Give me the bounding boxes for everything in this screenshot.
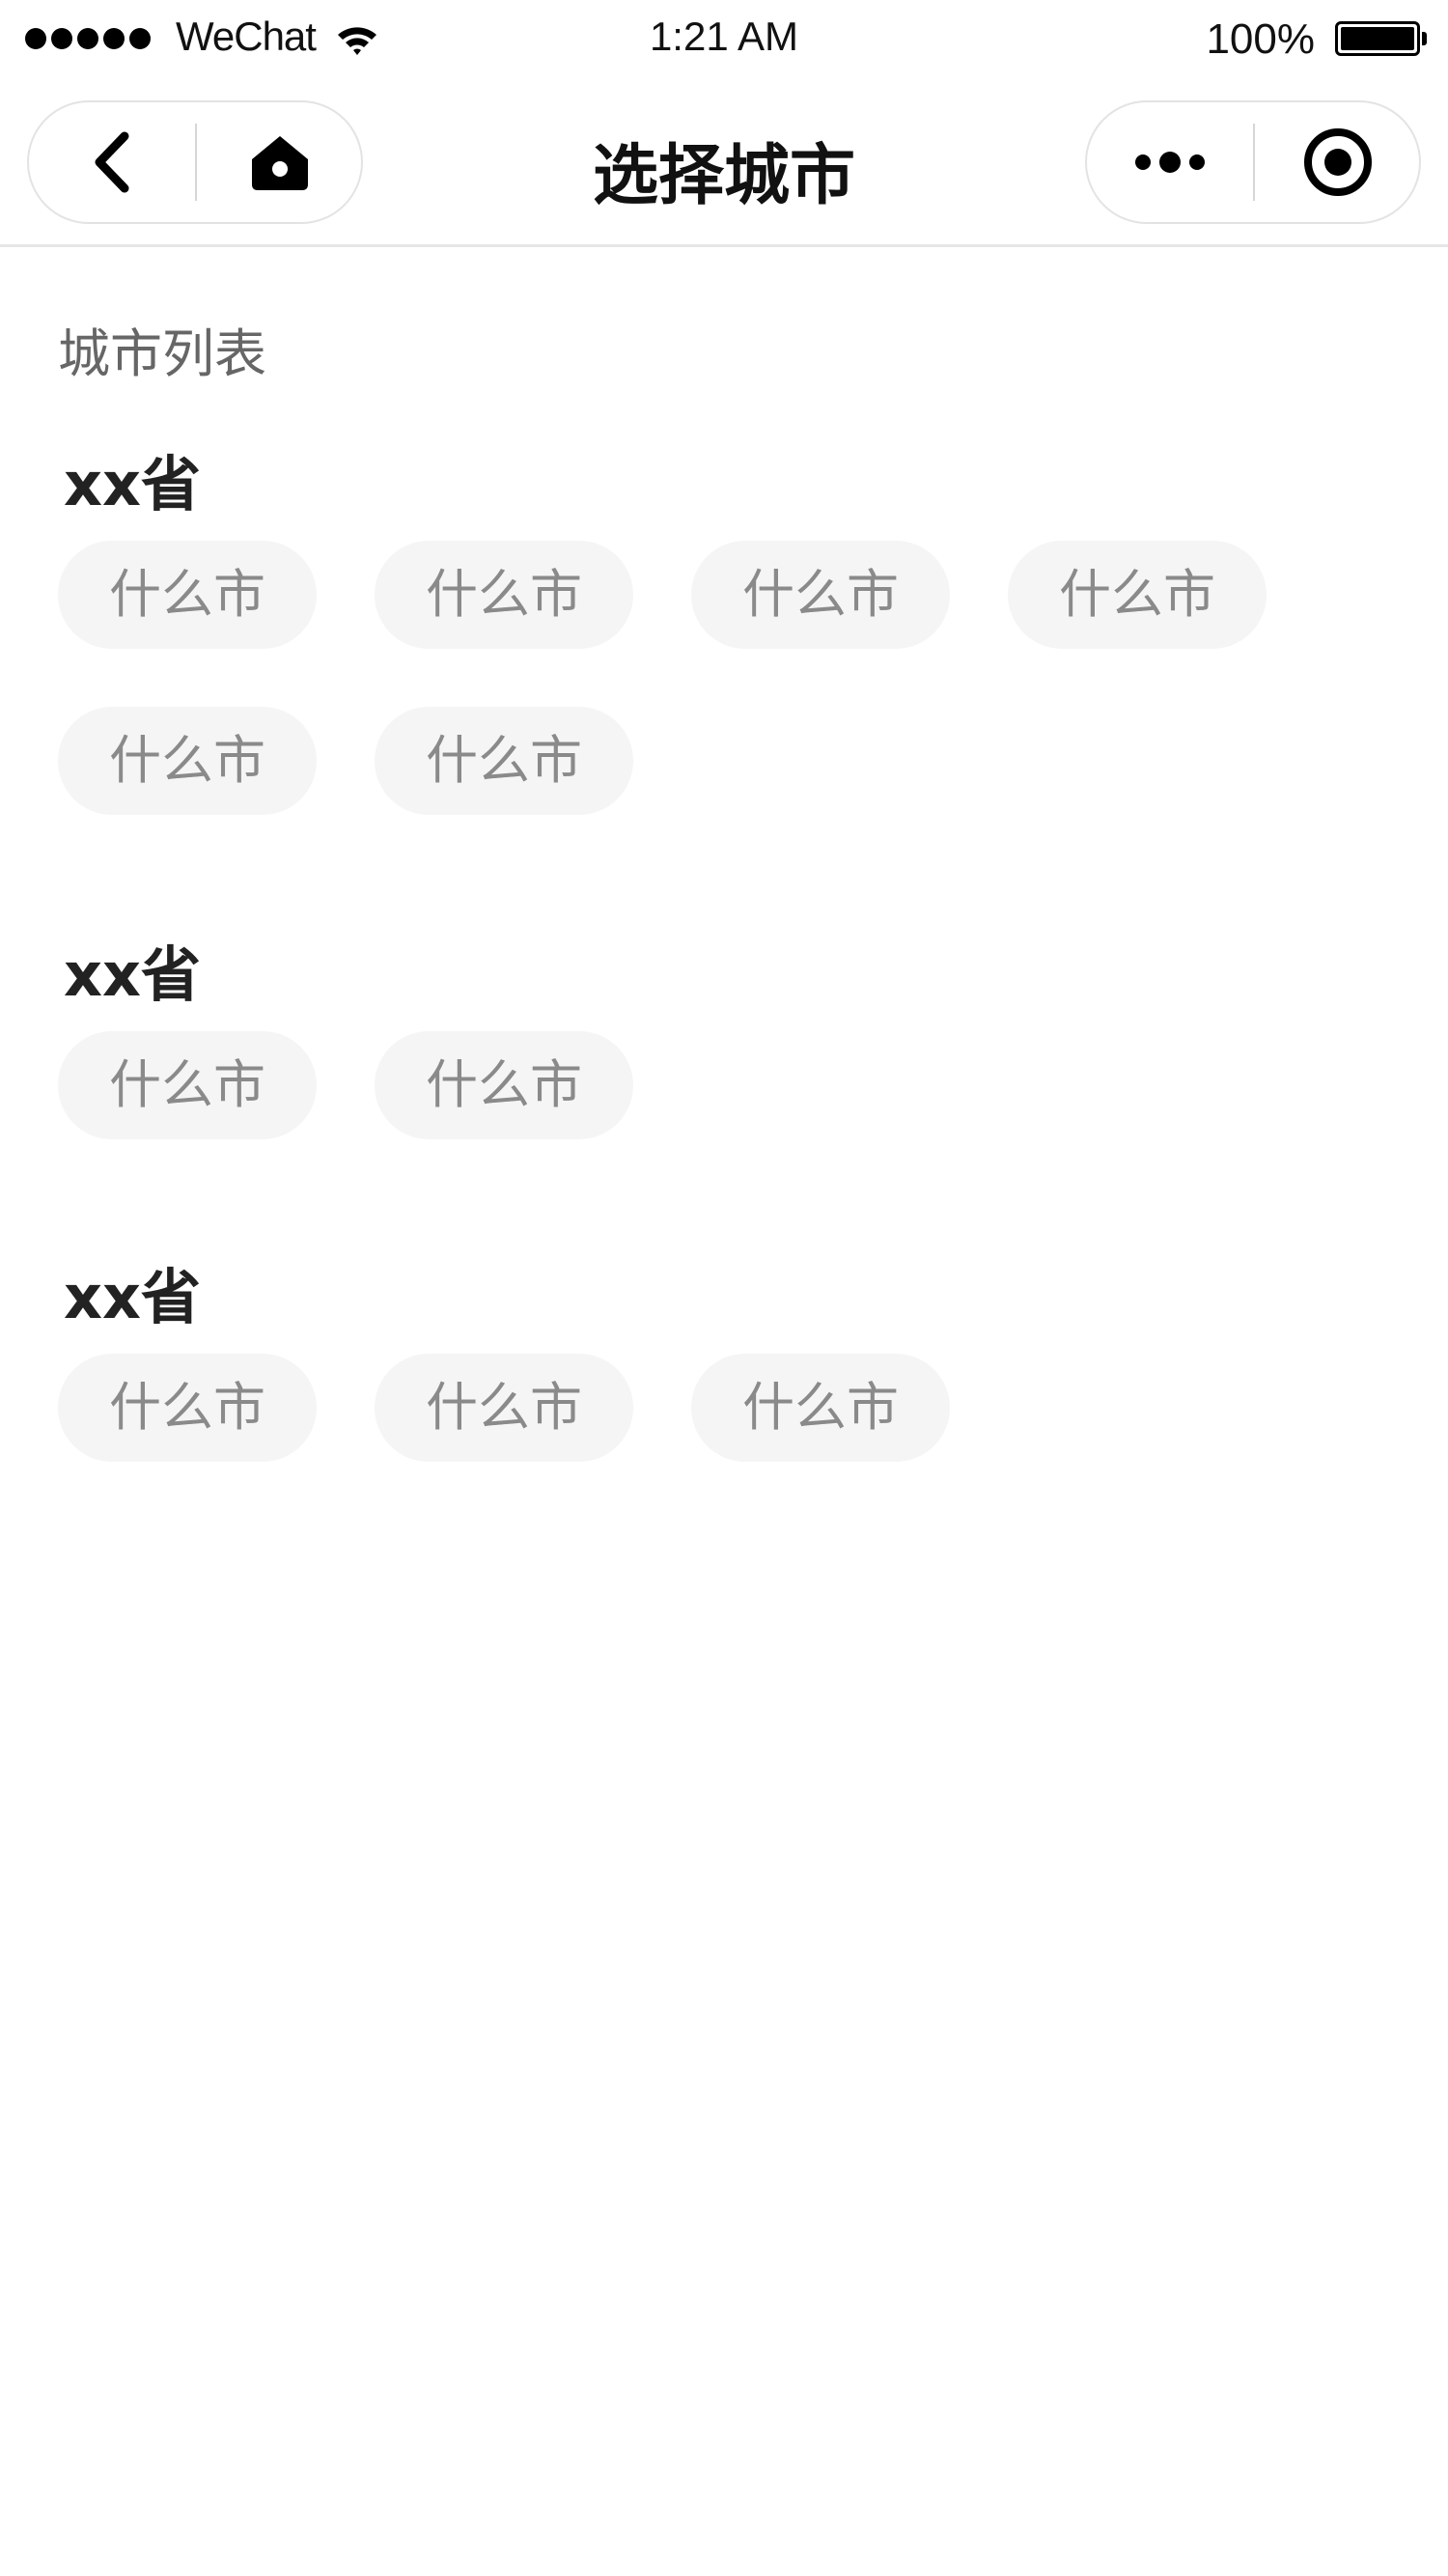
status-bar: WeChat 1:21 AM 100% <box>0 0 1448 83</box>
province-section: xx省 什么市 什么市 <box>58 937 1351 1197</box>
city-chip-list: 什么市 什么市 什么市 什么市 什么市 什么市 <box>58 541 1351 873</box>
city-list-heading: 城市列表 <box>58 323 266 384</box>
more-dots-icon <box>1135 152 1205 173</box>
navigation-bar: 选择城市 <box>0 83 1448 247</box>
battery-icon <box>1335 21 1420 56</box>
close-miniprogram-button[interactable] <box>1255 102 1421 222</box>
city-chip[interactable]: 什么市 <box>58 1354 317 1462</box>
battery-percent: 100% <box>1206 15 1315 63</box>
city-chip-list: 什么市 什么市 <box>58 1031 1351 1197</box>
more-button[interactable] <box>1087 102 1253 222</box>
province-name: xx省 <box>64 1262 201 1332</box>
city-chip[interactable]: 什么市 <box>58 707 317 815</box>
city-chip[interactable]: 什么市 <box>1008 541 1267 649</box>
province-name: xx省 <box>64 449 201 519</box>
city-chip[interactable]: 什么市 <box>375 541 633 649</box>
city-chip[interactable]: 什么市 <box>375 1031 633 1139</box>
city-chip[interactable]: 什么市 <box>375 1354 633 1462</box>
province-section: xx省 什么市 什么市 什么市 <box>58 1259 1351 1520</box>
city-chip[interactable]: 什么市 <box>691 541 950 649</box>
battery-tip <box>1422 32 1427 45</box>
city-chip[interactable]: 什么市 <box>375 707 633 815</box>
city-chip[interactable]: 什么市 <box>691 1354 950 1462</box>
target-circle-icon <box>1304 128 1372 196</box>
city-chip-list: 什么市 什么市 什么市 <box>58 1354 1351 1520</box>
city-chip[interactable]: 什么市 <box>58 1031 317 1139</box>
province-name: xx省 <box>64 939 201 1010</box>
province-section: xx省 什么市 什么市 什么市 什么市 什么市 什么市 <box>58 446 1351 873</box>
nav-capsule-right <box>1085 100 1421 224</box>
city-chip[interactable]: 什么市 <box>58 541 317 649</box>
